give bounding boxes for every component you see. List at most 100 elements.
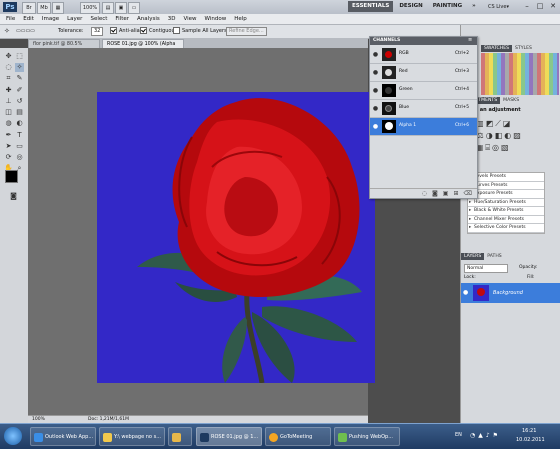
gradient-tool-icon[interactable]: ▤ [15,108,24,117]
rose-image[interactable] [97,92,375,383]
preset-curves[interactable]: Curves Presets [468,182,544,190]
taskbar-item-photoshop[interactable]: ROSE 01.jpg @ 1... [196,427,262,446]
swatches-grid[interactable] [481,53,559,95]
healing-tool-icon[interactable]: ✚ [4,86,13,95]
view-extras-icon[interactable]: ▤ [102,2,114,14]
minimize-icon[interactable]: – [521,2,533,11]
layer-visibility-eye-icon[interactable]: ● [463,289,468,296]
magic-wand-tool-icon[interactable]: ✧ [4,27,10,36]
path-select-icon[interactable]: ➤ [4,142,13,151]
preset-channel-mixer[interactable]: Channel Mixer Presets [468,216,544,224]
taskbar-item-gotomeeting[interactable]: GoToMeeting [265,427,331,446]
arrange-docs-icon[interactable]: ▣ [115,2,127,14]
start-button[interactable] [4,427,22,445]
antialias-checkbox[interactable]: Anti-alias [110,27,142,36]
stamp-tool-icon[interactable]: ⊥ [4,97,13,106]
blend-mode-dropdown[interactable]: Normal [464,264,508,273]
tab-flor-pink[interactable]: flor pink.tif @ 80.5% (RGB/8) * [28,39,100,56]
eyedropper-tool-icon[interactable]: ✎ [15,74,24,83]
preset-selective-color[interactable]: Selective Color Presets [468,224,544,233]
visibility-eye-icon[interactable]: ● [372,69,379,76]
channel-row-green[interactable]: ● Green Ctrl+4 [370,82,477,100]
tab-swatches[interactable]: SWATCHES [481,45,513,52]
menu-select[interactable]: Select [90,14,107,24]
tab-layers[interactable]: LAYERS [461,253,485,260]
workspace-essentials[interactable]: ESSENTIALS [348,1,394,12]
maximize-icon[interactable]: □ [534,2,546,11]
close-icon[interactable]: ✕ [547,2,559,11]
screen-mode-icon[interactable]: ▭ [128,2,140,14]
quick-mask-icon[interactable]: ◙ [9,192,18,201]
contiguous-checkbox[interactable]: Contiguous [140,27,177,36]
3d-orbit-icon[interactable]: ◎ [15,153,24,162]
menu-3d[interactable]: 3D [168,14,176,24]
menu-view[interactable]: View [183,14,196,24]
clock-time[interactable]: 16:21 [522,428,536,434]
visibility-eye-icon[interactable]: ● [372,51,379,58]
3d-rotate-icon[interactable]: ⟳ [4,153,13,162]
preset-black-white[interactable]: Black & White Presets [468,207,544,216]
menu-file[interactable]: File [6,14,15,24]
sample-all-layers-checkbox[interactable]: Sample All Layers [173,27,227,36]
taskbar-item-folder[interactable] [168,427,192,446]
taskbar-item-webop[interactable]: Pushing WebOp... [334,427,400,446]
channel-row-rgb[interactable]: ● RGB Ctrl+2 [370,46,477,64]
preset-levels[interactable]: Levels Presets [468,173,544,182]
crop-tool-icon[interactable]: ⌗ [4,74,13,83]
lasso-tool-icon[interactable]: ◌ [4,63,13,72]
channels-footer-icons[interactable]: ◌◙▣⊞⌫ [370,188,477,198]
tab-masks[interactable]: MASKS [500,97,522,104]
status-zoom[interactable]: 100% [32,417,45,422]
workspace-more[interactable]: » [468,1,480,12]
menu-layer[interactable]: Layer [67,14,82,24]
selection-mode-icons[interactable]: ▭▭▭▭ [16,27,35,36]
tray-icons[interactable]: ◔▲♪⚑ [470,432,501,439]
blur-tool-icon[interactable]: ◍ [4,119,13,128]
language-indicator[interactable]: EN [455,432,462,438]
menu-filter[interactable]: Filter [115,14,129,24]
pen-tool-icon[interactable]: ✒ [4,131,13,140]
grid-icon[interactable]: ▦ [52,2,64,14]
dodge-tool-icon[interactable]: ◐ [15,119,24,128]
shape-tool-icon[interactable]: ▭ [15,142,24,151]
preset-hue-saturation[interactable]: Hue/Saturation Presets [468,199,544,207]
workspace-design[interactable]: DESIGN [395,1,426,12]
workspace-painting[interactable]: PAINTING [429,1,466,12]
menu-edit[interactable]: Edit [23,14,34,24]
eraser-tool-icon[interactable]: ◫ [4,108,13,117]
channel-shortcut: Ctrl+5 [455,105,469,110]
clock-date[interactable]: 10.02.2011 [516,437,545,443]
history-brush-icon[interactable]: ↺ [15,97,24,106]
zoom-level-dropdown[interactable]: 100% [80,2,100,14]
cs-live-button[interactable]: CS Live▾ [488,2,509,12]
visibility-eye-icon[interactable]: ● [372,105,379,112]
marquee-tool-icon[interactable]: ⬚ [15,52,24,61]
magic-wand-icon[interactable]: ✧ [15,63,24,72]
move-tool-icon[interactable]: ✥ [4,52,13,61]
tab-styles[interactable]: STYLES [512,45,535,52]
taskbar-item-outlook[interactable]: Outlook Web App... [30,427,96,446]
layer-name[interactable]: Background [493,290,523,296]
panel-menu-icon[interactable]: ≡ [468,37,472,43]
tab-paths[interactable]: PATHS [484,253,504,260]
mini-bridge-button[interactable]: Mb [37,2,51,14]
foreground-color-swatch[interactable] [5,170,18,183]
type-tool-icon[interactable]: T [15,131,24,140]
visibility-eye-icon[interactable]: ● [372,87,379,94]
bridge-button[interactable]: Br [22,2,36,14]
menu-image[interactable]: Image [42,14,59,24]
preset-exposure[interactable]: Exposure Presets [468,190,544,199]
channel-row-red[interactable]: ● Red Ctrl+3 [370,64,477,82]
menu-help[interactable]: Help [234,14,247,24]
channel-row-blue[interactable]: ● Blue Ctrl+5 [370,100,477,118]
menu-window[interactable]: Window [205,14,227,24]
menu-analysis[interactable]: Analysis [137,14,160,24]
tolerance-input[interactable]: 32 [91,27,104,36]
visibility-eye-icon[interactable]: ● [372,123,379,130]
layer-background-row[interactable]: ● Background [461,283,560,303]
channel-row-alpha-1[interactable]: ● Alpha 1 Ctrl+6 [370,118,477,136]
brush-tool-icon[interactable]: ✐ [15,86,24,95]
refine-edge-button[interactable]: Refine Edge... [226,27,267,36]
taskbar-item-explorer[interactable]: Y:\ webpage no s... [99,427,165,446]
tab-rose[interactable]: ROSE 01.jpg @ 100% (Alpha 1/8) * [102,39,184,56]
